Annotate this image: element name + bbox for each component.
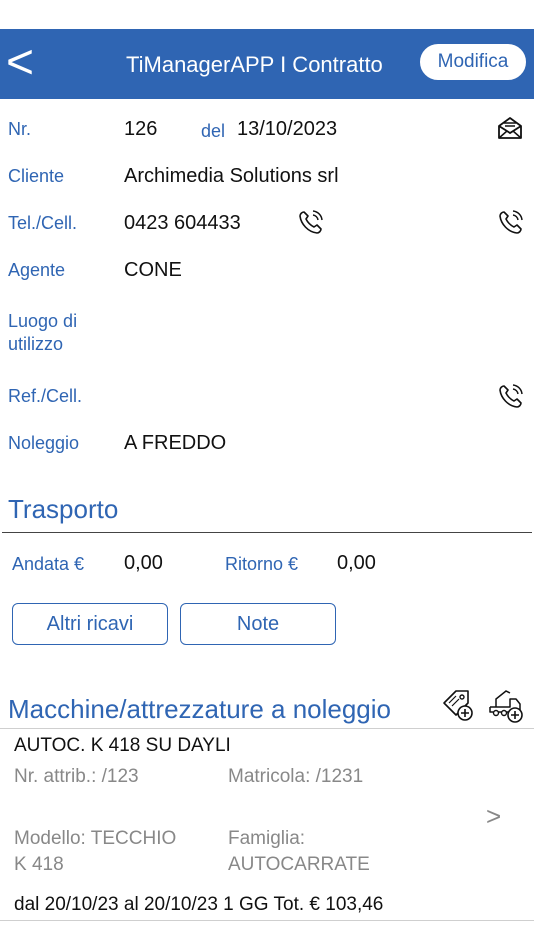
agente-value: CONE [124, 259, 182, 281]
contract-date: 13/10/2023 [237, 118, 338, 140]
note-button[interactable]: Note [180, 603, 336, 645]
machine-famiglia: Famiglia: [228, 828, 306, 849]
altri-ricavi-button[interactable]: Altri ricavi [12, 603, 168, 645]
navigation-bar: < TiManagerAPP I Contratto Modifica [0, 29, 534, 99]
machine-name: AUTOC. K 418 SU DAYLI [14, 735, 231, 756]
agente-label: Agente [8, 260, 66, 280]
andata-value: 0,00 [124, 552, 163, 574]
ritorno-label: Ritorno € [225, 554, 299, 574]
luogo-label-line1: Luogo di [8, 311, 78, 331]
nr-value: 126 [124, 118, 158, 140]
ritorno-value: 0,00 [337, 552, 376, 574]
chevron-right-icon: > [486, 801, 502, 831]
del-label: del [201, 121, 226, 141]
tel-value: 0423 604433 [124, 212, 241, 234]
machine-nr-attrib: Nr. attrib.: /123 [14, 766, 139, 787]
edit-button[interactable]: Modifica [420, 44, 526, 80]
trasporto-title: Trasporto [8, 494, 119, 524]
nr-label: Nr. [8, 119, 32, 139]
add-attribution-icon[interactable] [440, 687, 476, 723]
envelope-open-icon[interactable] [496, 114, 524, 142]
machine-period: dal 20/10/23 al 20/10/23 1 GG Tot. € 103… [14, 894, 384, 915]
tel-label: Tel./Cell. [8, 213, 78, 233]
phone-ringing-icon[interactable] [496, 381, 526, 411]
machines-title: Macchine/attrezzature a noleggio [8, 694, 392, 724]
machine-modello: Modello: TECCHIO [14, 828, 177, 849]
noleggio-label: Noleggio [8, 433, 80, 453]
machine-modello-line2: K 418 [14, 854, 64, 875]
machine-famiglia-line2: AUTOCARRATE [228, 854, 370, 875]
add-truck-icon[interactable] [488, 687, 526, 723]
divider [0, 920, 534, 921]
phone-ringing-icon[interactable] [296, 207, 326, 237]
page-title: TiManagerAPP I Contratto [126, 52, 383, 77]
andata-label: Andata € [12, 554, 85, 574]
noleggio-value: A FREDDO [124, 432, 227, 454]
ref-label: Ref./Cell. [8, 386, 83, 406]
cliente-label: Cliente [8, 166, 65, 186]
phone-ringing-icon[interactable] [496, 207, 526, 237]
luogo-label-line2: utilizzo [8, 334, 64, 354]
cliente-value: Archimedia Solutions srl [124, 165, 339, 187]
machine-list-item[interactable]: AUTOC. K 418 SU DAYLI Nr. attrib.: /123 … [0, 729, 534, 920]
divider [2, 532, 532, 533]
machine-matricola: Matricola: /1231 [228, 766, 364, 787]
back-button[interactable]: < [6, 39, 46, 89]
